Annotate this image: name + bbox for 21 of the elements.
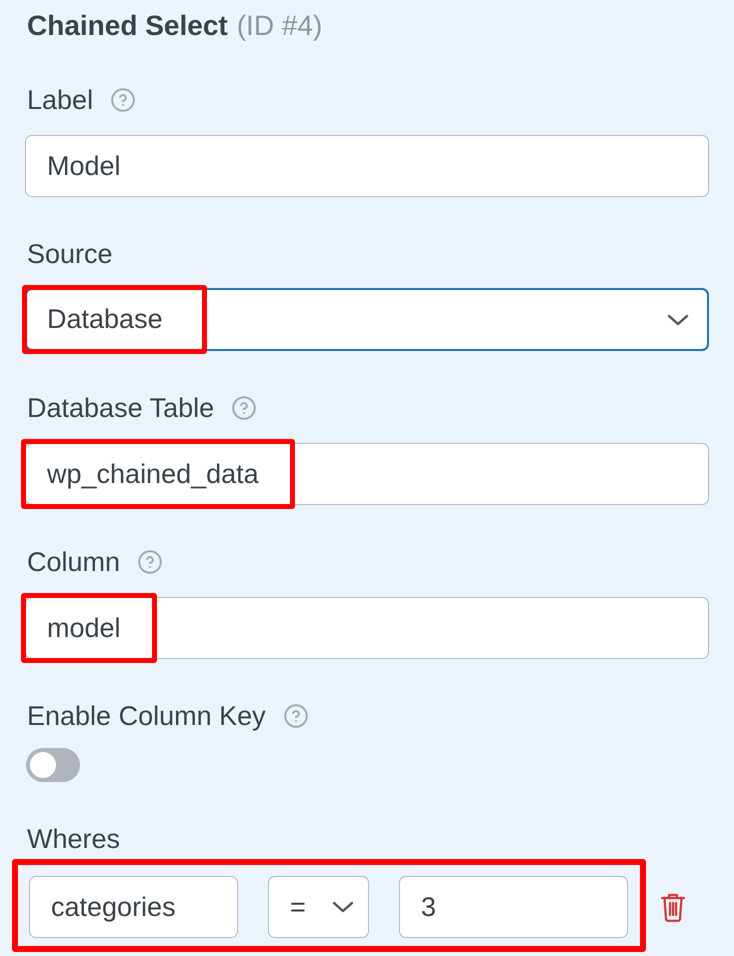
panel-title: Chained Select <box>27 9 228 43</box>
help-icon[interactable] <box>232 396 256 420</box>
field-label: Label <box>27 84 94 117</box>
chevron-down-icon <box>332 901 354 913</box>
field-id: (ID #4) <box>236 9 322 43</box>
chevron-down-icon <box>667 314 689 326</box>
field-label: Enable Column Key <box>27 700 266 733</box>
select-dropdown[interactable]: Database <box>25 288 709 351</box>
help-icon[interactable] <box>284 704 308 728</box>
field-label: Database Table <box>27 392 214 425</box>
field-label: Wheres <box>27 823 120 856</box>
help-icon[interactable] <box>138 550 162 574</box>
field-label: Column <box>27 546 120 579</box>
toggle-switch[interactable] <box>26 748 80 782</box>
help-icon[interactable] <box>111 88 136 112</box>
trash-icon[interactable] <box>660 892 686 922</box>
value-input[interactable]: 3 <box>399 876 628 938</box>
text-input[interactable]: Model <box>25 135 709 197</box>
column-input[interactable]: categories <box>29 876 238 938</box>
operator-select[interactable]: = <box>268 876 369 938</box>
field-label: Source <box>27 238 113 271</box>
